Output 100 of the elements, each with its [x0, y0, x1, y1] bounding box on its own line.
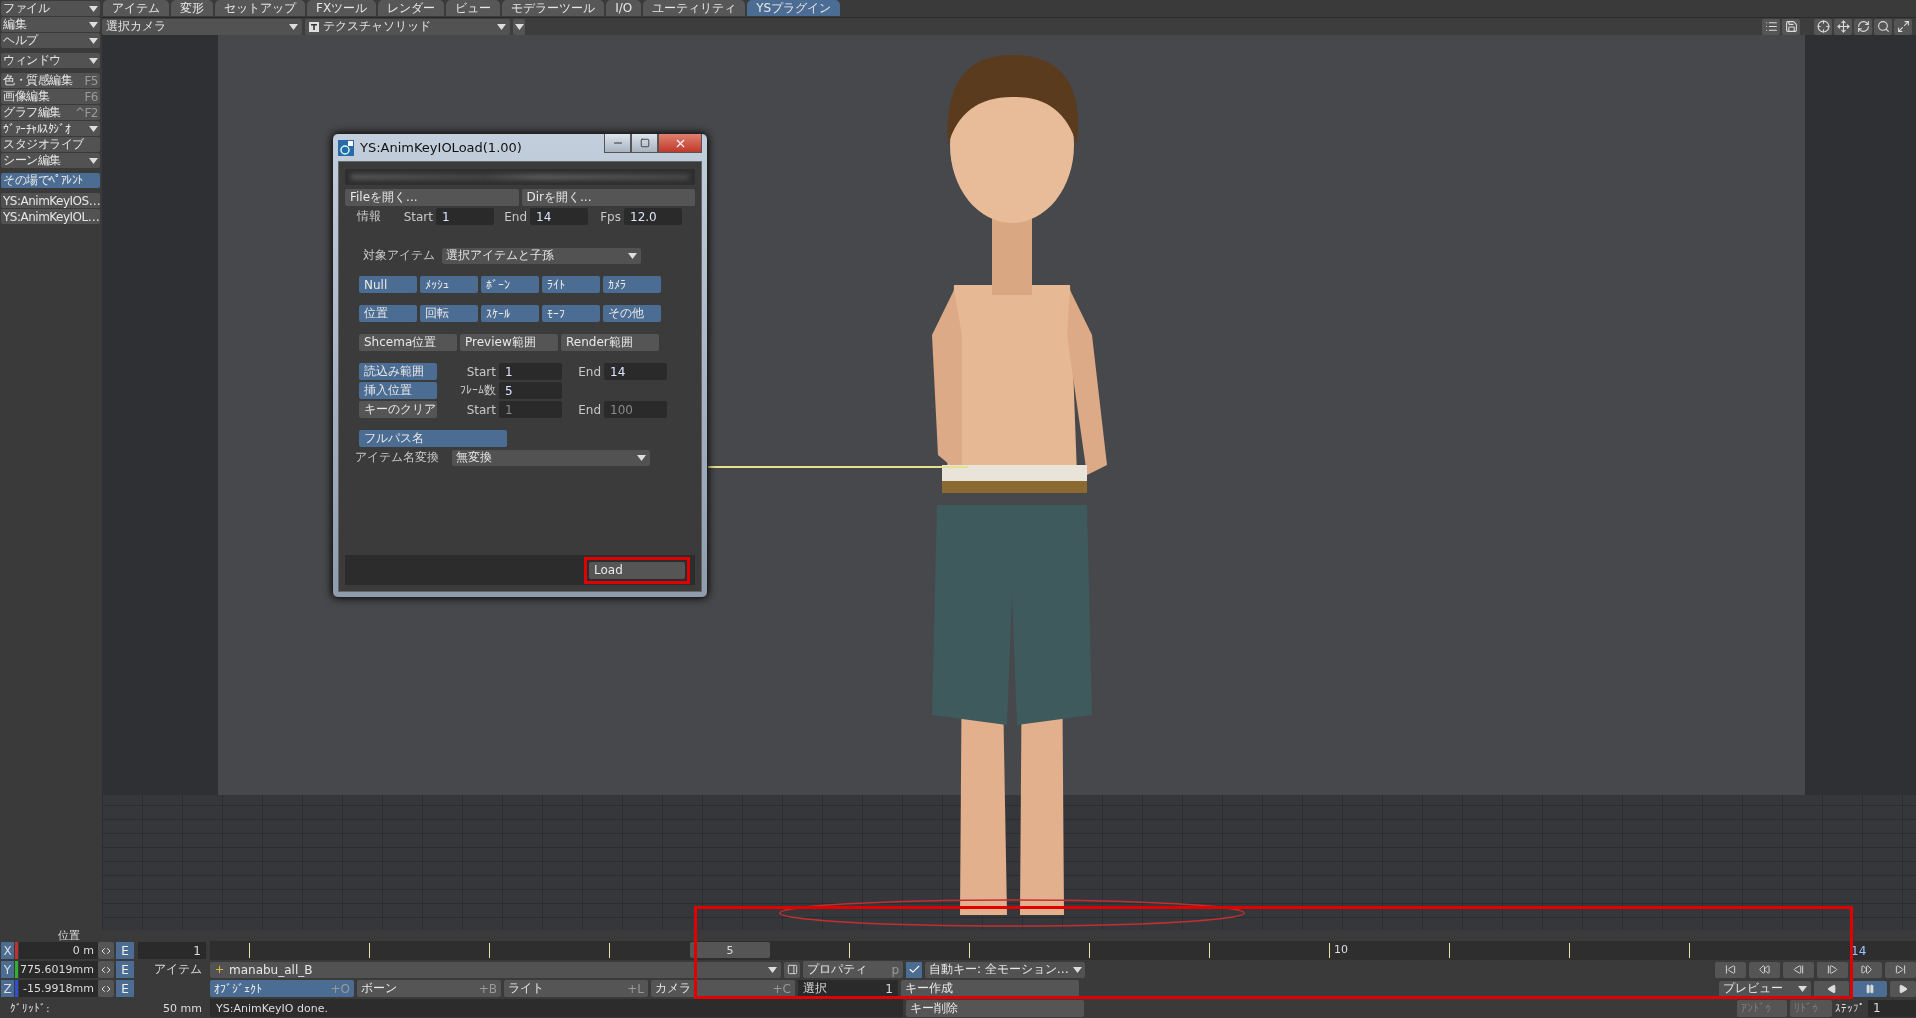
toggle-button[interactable]: ﾓｰﾌ [542, 305, 600, 322]
sidebar-menu-button[interactable]: ウィンドウ [1, 53, 100, 68]
toggle-button[interactable]: Preview範囲 [460, 334, 558, 351]
pause-button[interactable] [1852, 980, 1887, 997]
reverse-play-button[interactable] [1814, 980, 1849, 997]
delete-key-button[interactable]: キー削除 [906, 999, 1084, 1017]
option-toggle-button[interactable]: キーのクリア [359, 401, 437, 418]
value-field[interactable]: 12.0 [624, 208, 682, 225]
step-field[interactable]: 1 [1868, 999, 1916, 1017]
open-button[interactable]: Dirを開く... [521, 189, 695, 206]
toggle-button[interactable]: ｶﾒﾗ [603, 276, 661, 293]
sidebar-menu-button[interactable]: ヘルプ [1, 33, 100, 48]
nudge-button[interactable] [98, 942, 114, 959]
next-frame-button[interactable] [1817, 961, 1848, 978]
item-type-button[interactable]: カメラ +C [651, 980, 795, 997]
sidebar-menu-button[interactable]: ｳﾞｧｰﾁｬﾙｽﾀｼﾞｵ [1, 121, 100, 136]
toggle-button[interactable]: 回転 [420, 305, 478, 322]
value-field[interactable]: 5 [499, 382, 562, 399]
toolbar-tab[interactable]: 変形 [171, 0, 213, 16]
edit-button[interactable]: E [116, 980, 134, 997]
value-field[interactable]: 1 [499, 363, 562, 380]
maximize-window-button[interactable] [631, 134, 658, 153]
sidebar-menu-button[interactable]: 色・質感編集 F5 [1, 73, 100, 88]
sidebar-menu-button[interactable]: スタジオライブ [1, 137, 100, 152]
option-toggle-button[interactable]: 挿入位置 [359, 382, 437, 399]
panel-button[interactable] [784, 961, 800, 978]
toggle-button[interactable]: 位置 [359, 305, 417, 322]
value-field[interactable]: 14 [530, 208, 588, 225]
option-toggle-button[interactable]: 読込み範囲 [359, 363, 437, 380]
toolbar-tab[interactable]: YSプラグイン [747, 0, 841, 16]
center-button[interactable] [1814, 18, 1832, 35]
shading-dropdown[interactable]: テクスチャソリッド [305, 18, 510, 35]
maximize-button[interactable] [1894, 18, 1912, 35]
edit-button[interactable]: E [116, 942, 134, 959]
target-dropdown[interactable]: 選択アイテムと子孫 [442, 247, 641, 264]
play-button[interactable] [1890, 980, 1916, 997]
path-field[interactable] [345, 168, 695, 185]
sidebar-menu-button[interactable]: 編集 [1, 17, 100, 32]
value-field[interactable]: 1 [436, 208, 494, 225]
edit-button[interactable]: E [116, 961, 134, 978]
sidebar-menu-button[interactable]: シーン編集 [1, 153, 100, 168]
toggle-button[interactable]: ﾗｲﾄ [542, 276, 600, 293]
toolbar-tab[interactable]: ユーティリティ [643, 0, 746, 16]
toggle-button[interactable]: Shcema位置 [359, 334, 457, 351]
properties-button[interactable]: プロパティ p [803, 961, 903, 978]
load-button[interactable]: Load [589, 561, 685, 579]
coordinate-field[interactable]: 775.6019mm [19, 961, 98, 978]
open-button[interactable]: Fileを開く... [345, 189, 519, 206]
nudge-button[interactable] [98, 961, 114, 978]
check-icon [907, 963, 921, 976]
toolbar-tab[interactable]: レンダー [378, 0, 445, 16]
toggle-button[interactable]: ﾒｯｼｭ [420, 276, 478, 293]
item-dropdown[interactable]: manabu_all_B [210, 961, 781, 978]
end-frame-field[interactable]: 14 [1845, 941, 1916, 960]
minimize-button[interactable] [604, 134, 631, 153]
auto-key-dropdown[interactable]: 自動キー: 全モーション… [925, 961, 1085, 978]
move-button[interactable] [1834, 18, 1852, 35]
next-key-button[interactable] [1851, 961, 1882, 978]
toolbar-tab[interactable]: I/O [606, 0, 642, 16]
toolbar-tab[interactable]: セットアップ [215, 0, 305, 16]
coordinate-field[interactable]: -15.9918mm [19, 980, 98, 997]
nudge-button[interactable] [98, 980, 114, 997]
toolbar-tab[interactable]: モデラーツール [502, 0, 605, 16]
zoom-button[interactable] [1874, 18, 1892, 35]
save-button[interactable] [1782, 18, 1800, 35]
sidebar-menu-button[interactable]: 画像編集 F6 [1, 89, 100, 104]
toggle-button[interactable]: Null [359, 276, 417, 293]
toolbar-tab[interactable]: アイテム [103, 0, 169, 16]
previous-frame-button[interactable] [1783, 961, 1814, 978]
sidebar-menu-button[interactable]: グラフ編集 ^F2 [1, 105, 100, 120]
sidebar-menu-button[interactable]: YS:AnimKeyIOS… [1, 193, 100, 208]
rotate-button[interactable] [1854, 18, 1872, 35]
toolbar-tab[interactable]: ビュー [446, 0, 501, 16]
toggle-button[interactable]: ﾎﾞｰﾝ [481, 276, 539, 293]
last-frame-button[interactable] [1885, 961, 1916, 978]
toggle-button[interactable]: ｽｹｰﾙ [481, 305, 539, 322]
item-type-button[interactable]: ｵﾌﾞｼﾞｪｸﾄ +O [210, 980, 354, 997]
auto-key-checkbox[interactable] [906, 961, 922, 978]
coordinate-field[interactable]: 0 m [19, 942, 98, 959]
preview-dropdown[interactable]: プレビュー [1719, 980, 1811, 997]
sidebar-menu-button[interactable]: YS:AnimKeyIOL… [1, 209, 100, 224]
close-button[interactable] [658, 134, 702, 153]
previous-key-button[interactable] [1749, 961, 1780, 978]
value-field[interactable]: 100 [604, 401, 667, 418]
start-frame-field[interactable]: 1 [138, 942, 206, 959]
item-type-button[interactable]: ボーン +B [357, 980, 501, 997]
view-options-button[interactable] [513, 18, 525, 35]
sidebar-menu-button[interactable]: ファイル [1, 1, 100, 16]
toggle-button[interactable]: Render範囲 [561, 334, 659, 351]
full-path-toggle-button[interactable]: フルパス名 [359, 430, 507, 447]
camera-dropdown[interactable]: 選択カメラ [102, 18, 302, 35]
toolbar-tab[interactable]: FXツール [307, 0, 377, 16]
item-type-button[interactable]: ライト +L [504, 980, 648, 997]
sidebar-menu-button[interactable]: その場でﾍﾟｱﾚﾝﾄ [1, 173, 100, 188]
value-field[interactable]: 1 [499, 401, 562, 418]
first-frame-button[interactable] [1715, 961, 1746, 978]
toggle-button[interactable]: その他 [603, 305, 661, 322]
list-button[interactable] [1762, 18, 1780, 35]
value-field[interactable]: 14 [604, 363, 667, 380]
rename-dropdown[interactable]: 無変換 [452, 449, 650, 466]
